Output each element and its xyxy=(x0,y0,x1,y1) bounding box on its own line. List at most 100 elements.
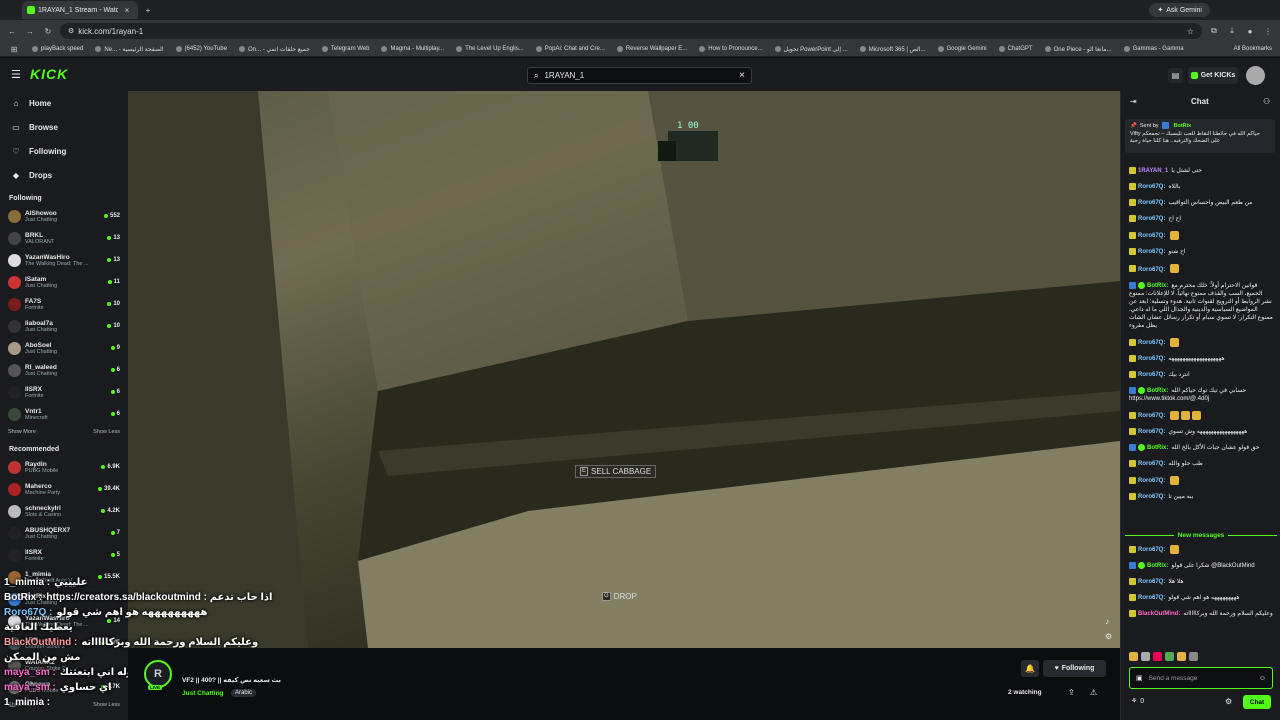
wallet-icon[interactable]: ▤ xyxy=(1168,68,1183,83)
emote-icon[interactable] xyxy=(1141,652,1150,661)
chat-username[interactable]: BlackOutMind: xyxy=(1138,611,1180,617)
channel-item[interactable]: Vntr1 Minecraft 6 xyxy=(0,403,128,425)
hamburger-menu-icon[interactable]: ☰ xyxy=(11,68,21,81)
report-icon[interactable]: ⚠ xyxy=(1090,688,1097,697)
chat-username[interactable]: Roro67Q: xyxy=(1138,249,1165,255)
chat-message[interactable]: Roro67Q: اح شنو xyxy=(1121,248,1280,256)
search-input[interactable]: ⌕ 1RAYAN_1 × xyxy=(527,67,752,84)
channel-item[interactable]: liaboal7a Just Chatting 10 xyxy=(0,315,128,337)
channel-item[interactable]: 1_mimia Grand Theft Auto V 15.5K xyxy=(0,566,128,588)
channel-item[interactable]: WAIANX2 Counter-Strike 2 xyxy=(0,654,128,676)
bookmark-item[interactable]: Telegram Web xyxy=(321,46,369,52)
all-bookmarks-link[interactable]: All Bookmarks xyxy=(1234,46,1272,52)
bookmark-item[interactable]: ChatGPT xyxy=(998,46,1033,52)
profile-icon[interactable]: ● xyxy=(1244,25,1256,37)
close-tab-icon[interactable]: × xyxy=(121,4,133,16)
bookmark-star-icon[interactable]: ☆ xyxy=(1187,27,1194,36)
channel-item[interactable]: ABUSHQERX7 Just Chatting 7 xyxy=(0,522,128,544)
channel-item[interactable]: lSatam Just Chatting 11 xyxy=(0,271,128,293)
channel-item[interactable]: BotRix Just Chatting xyxy=(0,588,128,610)
send-chat-button[interactable]: Chat xyxy=(1243,695,1271,709)
nav-following[interactable]: ♡ Following xyxy=(0,139,128,163)
bookmark-item[interactable]: (6452) YouTube xyxy=(175,46,227,52)
volume-icon[interactable]: ♪ xyxy=(1105,617,1109,626)
kick-logo[interactable]: KICK xyxy=(30,66,68,82)
chat-message[interactable]: Roro67Q: xyxy=(1121,264,1280,274)
chat-username[interactable]: Roro67Q: xyxy=(1138,233,1165,239)
chat-username[interactable]: BotRix: xyxy=(1147,283,1168,289)
channel-item[interactable]: schneckyIrl Slots & Casino 4.2K xyxy=(0,500,128,522)
share-icon[interactable]: ⇪ xyxy=(1068,688,1075,697)
chat-message[interactable]: BlackOutMind: وعليكم السلام ورحمة الله وب… xyxy=(1121,610,1280,618)
user-avatar[interactable] xyxy=(1246,66,1265,85)
chat-message[interactable]: Roro67Q: xyxy=(1121,545,1280,554)
bookmark-item[interactable]: Gammas - Gamma xyxy=(1123,46,1184,52)
chat-username[interactable]: Roro67Q: xyxy=(1138,200,1165,206)
chat-username[interactable]: Roro67Q: xyxy=(1138,267,1165,273)
chat-username[interactable]: 1RAYAN_1 xyxy=(1138,168,1168,174)
chat-message[interactable]: Roro67Q: xyxy=(1121,231,1280,241)
chat-message[interactable]: BotRix: شكرا على قولو @BlackOutMind xyxy=(1121,562,1280,570)
chat-username[interactable]: Roro67Q: xyxy=(1138,340,1165,346)
channel-item[interactable]: AlShowoo Just Chatting 552 xyxy=(0,205,128,227)
chat-message[interactable]: Roro67Q: هههههههههه هو اهم شي قولو xyxy=(1121,594,1280,602)
bookmark-item[interactable]: Google Gemini xyxy=(937,46,987,52)
chat-message[interactable]: Roro67Q: من طعم البيض واحساس التواقيب xyxy=(1121,199,1280,207)
bookmark-item[interactable]: The Level Up Englis... xyxy=(456,46,524,52)
streamer-avatar[interactable]: R xyxy=(144,660,172,688)
chat-message[interactable]: Roro67Q: هههههههههههههههههههه xyxy=(1121,354,1280,363)
emote-icon[interactable] xyxy=(1153,652,1162,661)
stream-category-link[interactable]: Just Chatting xyxy=(182,690,224,697)
chat-username[interactable]: Roro67Q: xyxy=(1138,579,1165,585)
emote-icon[interactable] xyxy=(1165,652,1174,661)
bookmark-item[interactable]: Microsoft 365 | الص... xyxy=(859,46,926,53)
show-more-button[interactable]: Show More xyxy=(8,429,36,435)
emote-icon[interactable] xyxy=(1189,652,1198,661)
chat-message[interactable]: BotRix: حسابي في تيك توك حياكم الله https… xyxy=(1121,386,1280,403)
forward-icon[interactable]: → xyxy=(24,25,36,37)
channel-item[interactable]: Raydin PUBG Mobile 6.9K xyxy=(0,456,128,478)
emote-icon[interactable] xyxy=(1129,652,1138,661)
video-player[interactable]: 1 00 E SELL CABBAGE G DROP ♪ ⚙ xyxy=(128,91,1120,648)
chat-username[interactable]: Roro67Q: xyxy=(1138,461,1165,467)
bookmark-item[interactable]: Ne... - الصفحة الرئيسية xyxy=(95,46,164,53)
chat-message[interactable]: Roro67Q: انترد بيك xyxy=(1121,370,1280,379)
chat-username[interactable]: Roro67Q: xyxy=(1138,413,1165,419)
menu-icon[interactable]: ⋮ xyxy=(1262,25,1274,37)
channel-item[interactable]: YazanWasHiro The Walking Dead: The ... 13 xyxy=(0,249,128,271)
chat-message[interactable]: Roro67Q: xyxy=(1121,476,1280,486)
nav-browse[interactable]: ▭ Browse xyxy=(0,115,128,139)
chat-message[interactable]: Roro67Q: xyxy=(1121,410,1280,420)
chat-username[interactable]: Roro67Q: xyxy=(1138,547,1165,553)
ask-gemini-button[interactable]: ✦ Ask Gemini xyxy=(1149,3,1210,17)
pinned-message[interactable]: 📌 Sent by BotRix Vifty حياكم الله في حائ… xyxy=(1125,119,1275,153)
back-icon[interactable]: ← xyxy=(6,25,18,37)
emoji-picker-icon[interactable]: ☺ xyxy=(1259,675,1266,682)
channel-item[interactable]: lISRX Fortnite 6 xyxy=(0,381,128,403)
language-tag[interactable]: Arabic xyxy=(231,689,257,697)
bookmark-item[interactable]: PopAi: Chat and Cre... xyxy=(535,46,605,52)
chat-username[interactable]: Roro67Q: xyxy=(1138,356,1165,362)
points-display[interactable]: ⚘ 0 xyxy=(1131,697,1144,706)
chat-username[interactable]: BotRix: xyxy=(1147,388,1168,394)
chat-username[interactable]: Roro67Q: xyxy=(1138,494,1165,500)
extensions-icon[interactable]: ⧉ xyxy=(1208,25,1220,37)
bookmark-item[interactable]: Magma - Multiplay... xyxy=(381,46,444,52)
chat-input[interactable]: ▣ Send a message ☺ xyxy=(1129,667,1273,689)
apps-icon[interactable]: ⊞ xyxy=(8,43,20,55)
chat-message[interactable]: BotRix: قوانين الاحترام أولاً: خلك محترم … xyxy=(1121,281,1280,330)
url-field[interactable]: ⚙ kick.com/1rayan-1 ☆ xyxy=(60,23,1202,39)
chat-message[interactable]: Roro67Q: ببه ميين تا xyxy=(1121,493,1280,501)
chat-username[interactable]: Roro67Q: xyxy=(1138,216,1165,222)
chat-username[interactable]: BotRix: xyxy=(1147,445,1168,451)
new-tab-icon[interactable]: + xyxy=(142,4,154,16)
chat-username[interactable]: Roro67Q: xyxy=(1138,372,1165,378)
notification-bell-icon[interactable]: 🔔 xyxy=(1021,660,1039,677)
reload-icon[interactable]: ↻ xyxy=(42,25,54,37)
chat-message[interactable]: Roro67Q: xyxy=(1121,337,1280,347)
channel-item[interactable]: Maherco Machine Party 39.4K xyxy=(0,478,128,500)
chat-users-icon[interactable]: ⚇ xyxy=(1263,97,1270,106)
chat-message[interactable]: Roro67Q: اح اح xyxy=(1121,215,1280,223)
get-kicks-button[interactable]: Get KICKs xyxy=(1188,67,1238,84)
nav-home[interactable]: ⌂ Home xyxy=(0,91,128,115)
